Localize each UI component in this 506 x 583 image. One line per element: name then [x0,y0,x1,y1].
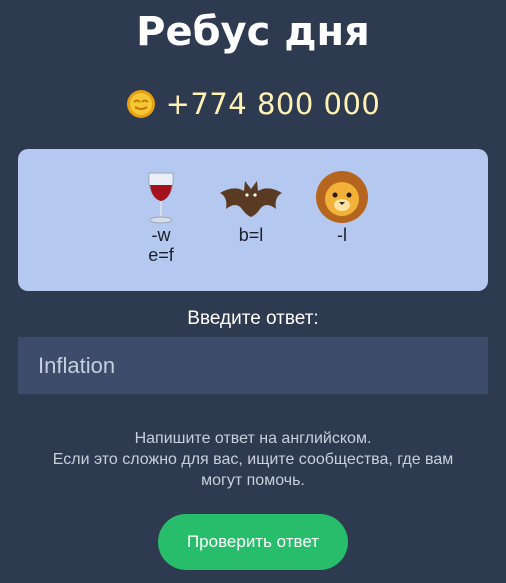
clue-wine: -w e=f [136,171,186,265]
bat-icon [220,181,282,217]
clue-caption: -l [337,225,347,245]
check-answer-button[interactable]: Проверить ответ [158,514,348,570]
lion-icon [316,171,368,223]
answer-hint: Напишите ответ на английском. Если это с… [30,428,476,491]
clue-caption: b=l [238,225,264,245]
reward-display: +774 800 000 [0,84,506,124]
clue-caption: e=f [148,245,174,265]
answer-prompt: Введите ответ: [187,308,319,329]
clue-caption: -w [151,225,171,245]
clue-bat: b=l [216,175,286,245]
answer-input[interactable] [18,337,488,394]
hint-line: Напишите ответ на английском. [134,430,372,447]
page-title: Ребус дня [136,9,370,55]
hint-line: Если это сложно для вас, ищите сообществ… [52,451,454,468]
coin-icon [126,90,155,118]
reward-amount: +774 800 000 [165,87,381,121]
rebus-puzzle-card: -w e=f b=l -l [18,149,488,291]
wine-glass-icon [148,172,174,224]
clue-lion: -l [314,169,370,245]
hint-line: могут помочь. [201,472,305,489]
